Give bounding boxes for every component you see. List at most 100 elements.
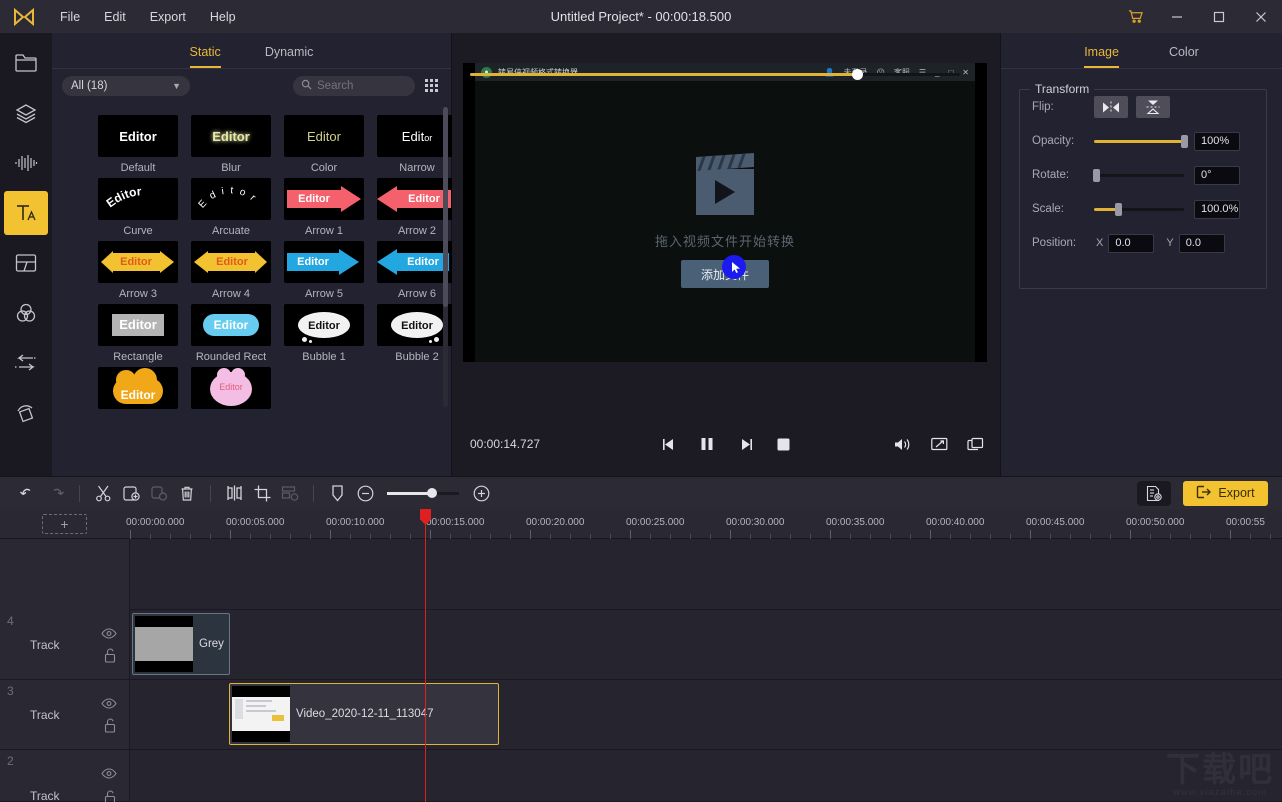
crop-icon[interactable] bbox=[248, 481, 276, 505]
search-input[interactable] bbox=[317, 80, 405, 92]
fullscreen-icon[interactable] bbox=[928, 433, 950, 455]
preview-seek-knob[interactable] bbox=[852, 69, 863, 80]
video-preview-stage[interactable]: ● 转易侠视频格式转换器 👤 未登录 ☹ 客服 ☰ _ □ ✕ bbox=[463, 63, 987, 362]
timeline-clip[interactable]: Video_2020-12-11_113047 bbox=[229, 683, 499, 745]
preset-rounded-rect[interactable]: Editor Rounded Rect bbox=[191, 304, 284, 363]
rail-item-audio[interactable] bbox=[4, 141, 48, 185]
playhead[interactable] bbox=[425, 509, 426, 802]
timeline-clip[interactable]: Grey bbox=[132, 613, 230, 675]
preset-flower[interactable]: Editor bbox=[191, 367, 284, 414]
step-back-icon[interactable] bbox=[658, 433, 680, 455]
scissors-icon[interactable] bbox=[89, 481, 117, 505]
preset-arrow-3[interactable]: Editor Arrow 3 bbox=[98, 241, 191, 300]
preset-scroll-area[interactable]: Editor Default Editor Blur Editor Color bbox=[52, 103, 452, 476]
close-button[interactable] bbox=[1240, 0, 1282, 33]
plus-circle-icon[interactable] bbox=[467, 481, 495, 505]
preview-seek-bar[interactable] bbox=[470, 73, 960, 76]
menu-file[interactable]: File bbox=[48, 6, 92, 28]
preset-bubble-1[interactable]: Editor Bubble 1 bbox=[284, 304, 377, 363]
cart-icon[interactable] bbox=[1114, 0, 1156, 33]
tab-dynamic[interactable]: Dynamic bbox=[265, 45, 314, 68]
position-x-input[interactable]: 0.0 bbox=[1108, 234, 1154, 253]
tab-static[interactable]: Static bbox=[190, 45, 221, 68]
tab-color[interactable]: Color bbox=[1169, 45, 1199, 68]
preset-blur[interactable]: Editor Blur bbox=[191, 115, 284, 174]
position-y-input[interactable]: 0.0 bbox=[1179, 234, 1225, 253]
add-circle-icon[interactable] bbox=[117, 481, 145, 505]
timeline-zoom-knob[interactable] bbox=[427, 488, 437, 498]
rail-item-overlays[interactable] bbox=[4, 241, 48, 285]
preset-arcuate[interactable]: Editor Arcuate bbox=[191, 178, 284, 237]
pause-icon[interactable] bbox=[696, 433, 718, 455]
track-lane[interactable] bbox=[130, 750, 1282, 801]
preset-arrow-1[interactable]: Editor Arrow 1 bbox=[284, 178, 377, 237]
rotate-value[interactable]: 0° bbox=[1194, 166, 1240, 185]
rail-item-animation[interactable] bbox=[4, 391, 48, 435]
rotate-slider-knob[interactable] bbox=[1093, 169, 1100, 182]
timeline-ruler[interactable]: + 00:00:00.000 00:00:05.000 00:00:10.000… bbox=[0, 509, 1282, 539]
search-box[interactable] bbox=[293, 76, 415, 96]
minimize-button[interactable] bbox=[1156, 0, 1198, 33]
menu-edit[interactable]: Edit bbox=[92, 6, 138, 28]
opacity-slider[interactable] bbox=[1094, 140, 1184, 143]
preset-arrow-5[interactable]: Editor Arrow 5 bbox=[284, 241, 377, 300]
library-scrollbar-thumb[interactable] bbox=[443, 107, 448, 307]
flip-vertical-button[interactable] bbox=[1136, 96, 1170, 118]
preset-arrow-4[interactable]: Editor Arrow 4 bbox=[191, 241, 284, 300]
marker-icon[interactable] bbox=[323, 481, 351, 505]
grid-view-icon[interactable] bbox=[423, 77, 441, 95]
step-forward-icon[interactable] bbox=[734, 433, 756, 455]
stop-icon[interactable] bbox=[772, 433, 794, 455]
rail-item-transitions[interactable] bbox=[4, 341, 48, 385]
track-lock-icon[interactable] bbox=[103, 648, 117, 668]
preset-arrow-2[interactable]: Editor Arrow 2 bbox=[377, 178, 452, 237]
scale-value[interactable]: 100.0% bbox=[1194, 200, 1240, 219]
track-visibility-icon[interactable] bbox=[101, 766, 117, 784]
track-header[interactable]: 4 Track bbox=[0, 610, 130, 679]
track-row[interactable]: 2 Track bbox=[0, 750, 1282, 802]
layout-icon[interactable] bbox=[276, 481, 304, 505]
preset-arrow-6[interactable]: Editor Arrow 6 bbox=[377, 241, 452, 300]
export-settings-icon[interactable] bbox=[1137, 481, 1171, 506]
preset-rectangle[interactable]: Editor Rectangle bbox=[98, 304, 191, 363]
preset-curve[interactable]: Editor Curve bbox=[98, 178, 191, 237]
add-track-button[interactable]: + bbox=[42, 514, 87, 534]
rail-item-layers[interactable] bbox=[4, 91, 48, 135]
preset-color[interactable]: Editor Color bbox=[284, 115, 377, 174]
trash-icon[interactable] bbox=[173, 481, 201, 505]
scale-slider-knob[interactable] bbox=[1115, 203, 1122, 216]
opacity-slider-knob[interactable] bbox=[1181, 135, 1188, 148]
split-icon[interactable] bbox=[220, 481, 248, 505]
copy-icon[interactable] bbox=[145, 481, 173, 505]
rotate-slider[interactable] bbox=[1094, 174, 1184, 177]
menu-export[interactable]: Export bbox=[138, 6, 198, 28]
rail-item-media-library[interactable] bbox=[4, 41, 48, 85]
track-lane[interactable]: Video_2020-12-11_113047 bbox=[130, 680, 1282, 749]
category-select[interactable]: All (18) ▼ bbox=[62, 76, 190, 96]
track-lock-icon[interactable] bbox=[103, 790, 117, 802]
undo-icon[interactable] bbox=[14, 481, 42, 505]
preset-narrow[interactable]: Editor Narrow bbox=[377, 115, 452, 174]
track-visibility-icon[interactable] bbox=[101, 696, 117, 714]
flip-horizontal-button[interactable] bbox=[1094, 96, 1128, 118]
preset-bubble-2[interactable]: Editor Bubble 2 bbox=[377, 304, 452, 363]
rail-item-filters[interactable] bbox=[4, 291, 48, 335]
track-row[interactable]: 3 Track bbox=[0, 680, 1282, 750]
volume-icon[interactable] bbox=[892, 433, 914, 455]
tab-image[interactable]: Image bbox=[1084, 45, 1119, 68]
track-row[interactable]: 4 Track bbox=[0, 610, 1282, 680]
timeline-zoom-slider[interactable] bbox=[387, 492, 459, 495]
preset-cloud[interactable]: Editor bbox=[98, 367, 191, 414]
minus-circle-icon[interactable] bbox=[351, 481, 379, 505]
rail-item-text[interactable] bbox=[4, 191, 48, 235]
track-visibility-icon[interactable] bbox=[101, 626, 117, 644]
library-scrollbar[interactable] bbox=[443, 107, 448, 407]
preset-default[interactable]: Editor Default bbox=[98, 115, 191, 174]
opacity-value[interactable]: 100% bbox=[1194, 132, 1240, 151]
scale-slider[interactable] bbox=[1094, 208, 1184, 211]
track-lock-icon[interactable] bbox=[103, 718, 117, 738]
export-button[interactable]: Export bbox=[1183, 481, 1268, 506]
track-header[interactable]: 3 Track bbox=[0, 680, 130, 749]
track-lane[interactable]: Grey bbox=[130, 610, 1282, 679]
track-header[interactable]: 2 Track bbox=[0, 750, 130, 801]
